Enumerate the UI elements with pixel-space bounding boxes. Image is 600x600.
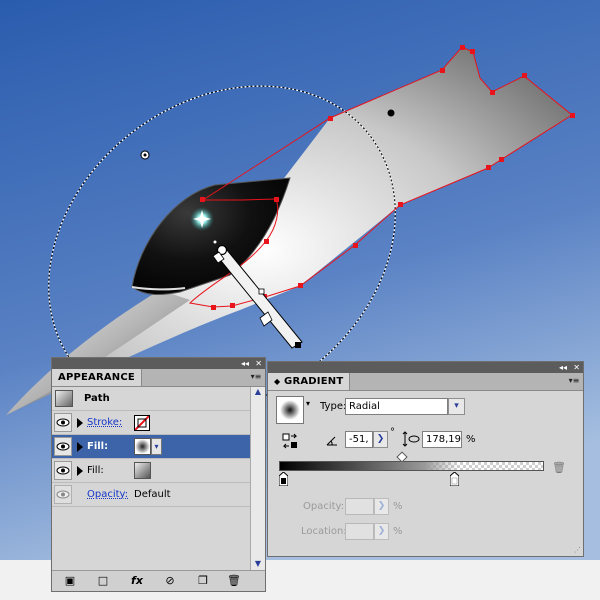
stop-location-input[interactable] — [345, 523, 374, 540]
angle-input[interactable]: -51, — [345, 431, 373, 448]
add-new-stroke-icon[interactable]: ▣ — [63, 574, 77, 588]
annotator-end-handle — [295, 342, 301, 348]
appearance-scrollbar[interactable]: ▲ ▼ — [250, 387, 265, 571]
appearance-fill-row-selected[interactable]: Fill: ▾ — [52, 435, 251, 459]
gradient-tab-row: ◆ GRADIENT ▾≡ — [268, 373, 583, 391]
reverse-gradient-icon[interactable] — [282, 433, 298, 449]
path-thumbnail-icon — [55, 390, 73, 407]
expand-triangle-icon[interactable] — [77, 442, 83, 452]
appearance-tab-row: APPEARANCE ▾≡ — [52, 369, 265, 387]
ellipse-radius-handle[interactable] — [387, 109, 395, 117]
gradient-swatch-dropdown-icon[interactable]: ▾ — [306, 399, 310, 408]
appearance-target-label: Path — [84, 393, 110, 404]
stroke-none-swatch-icon[interactable] — [134, 415, 150, 431]
appearance-target-row[interactable]: Path — [52, 387, 251, 411]
close-panel-icon[interactable]: ✕ — [255, 358, 262, 369]
collapse-panel-icon[interactable]: ◂◂ — [241, 358, 249, 369]
tab-expand-icon: ◆ — [274, 377, 281, 386]
duplicate-item-icon[interactable]: ❐ — [196, 574, 210, 588]
appearance-list: Path Stroke: Fill: ▾ Fill: Opacity: Defa… — [52, 387, 251, 568]
angle-dropdown-icon[interactable]: ❯ — [373, 431, 388, 448]
angle-icon — [326, 434, 338, 446]
opacity-value: Default — [134, 489, 171, 500]
gradient-preview-swatch-icon[interactable] — [276, 396, 304, 424]
close-panel-icon[interactable]: ✕ — [573, 362, 580, 373]
degree-sign: ° — [390, 427, 395, 438]
stop-opacity-input[interactable] — [345, 498, 374, 515]
fill-label[interactable]: Fill: — [87, 459, 104, 483]
delete-stop-icon[interactable]: 🗑 — [552, 461, 566, 474]
visibility-eye-icon[interactable] — [54, 461, 72, 480]
appearance-fill-row[interactable]: Fill: — [52, 459, 251, 483]
ellipse-handle-inner — [143, 153, 147, 157]
delete-item-icon[interactable]: 🗑 — [227, 574, 241, 588]
opacity-label[interactable]: Opacity: — [87, 483, 128, 507]
radial-gradient-swatch-icon[interactable] — [134, 438, 151, 455]
gradient-panel: ◂◂ ✕ ◆ GRADIENT ▾≡ ▾ Type: Radial ▾ -51,… — [267, 361, 584, 557]
panel-title-bar[interactable]: ◂◂ ✕ — [52, 358, 265, 369]
fill-label-selected[interactable]: Fill: — [87, 435, 108, 459]
appearance-panel: ◂◂ ✕ APPEARANCE ▾≡ Path Stroke: Fill: ▾ — [51, 357, 266, 592]
add-new-fill-icon[interactable]: □ — [96, 574, 110, 588]
aspect-ratio-icon — [402, 431, 420, 447]
visibility-eye-icon[interactable] — [54, 485, 72, 504]
fill-swatch-dropdown-icon[interactable]: ▾ — [151, 438, 162, 455]
stop-opacity-dropdown-icon[interactable]: ❯ — [374, 498, 389, 515]
tab-gradient-label: GRADIENT — [284, 376, 344, 387]
appearance-stroke-row[interactable]: Stroke: — [52, 411, 251, 435]
panel-resize-grip-icon[interactable]: ⋰ — [574, 546, 581, 554]
stop-location-label: Location: — [301, 526, 347, 537]
panel-title-bar[interactable]: ◂◂ ✕ — [268, 362, 583, 373]
appearance-bottom-toolbar: ▣ □ fx ⊘ ❐ 🗑 — [52, 570, 265, 591]
appearance-opacity-row[interactable]: Opacity: Default — [52, 483, 251, 507]
annotator-midpoint — [258, 288, 265, 295]
linear-gradient-swatch-icon[interactable] — [134, 462, 151, 479]
gradient-type-dropdown-icon[interactable]: ▾ — [448, 398, 465, 415]
gradient-stop-black[interactable] — [278, 471, 289, 487]
gradient-type-select[interactable]: Radial — [345, 398, 448, 415]
gradient-stop-white[interactable] — [449, 471, 460, 487]
panel-menu-icon[interactable]: ▾≡ — [568, 375, 580, 387]
stop-location-dropdown-icon[interactable]: ❯ — [374, 523, 389, 540]
gradient-type-label: Type: — [320, 401, 347, 412]
stop-opacity-label: Opacity: — [303, 501, 345, 512]
clear-appearance-icon[interactable]: ⊘ — [163, 574, 177, 588]
scroll-up-icon[interactable]: ▲ — [251, 387, 265, 399]
tab-gradient[interactable]: ◆ GRADIENT — [268, 373, 351, 390]
stroke-label[interactable]: Stroke: — [87, 411, 122, 435]
aspect-ratio-input[interactable]: 178,19 — [422, 431, 462, 448]
stop-opacity-percent: % — [393, 501, 403, 512]
expand-triangle-icon[interactable] — [77, 466, 83, 476]
aspect-percent: % — [466, 434, 476, 445]
tab-appearance[interactable]: APPEARANCE — [52, 369, 142, 386]
visibility-eye-icon[interactable] — [54, 437, 72, 456]
expand-triangle-icon[interactable] — [77, 418, 83, 428]
visibility-eye-icon[interactable] — [54, 413, 72, 432]
gradient-slider[interactable] — [279, 461, 544, 471]
add-effect-fx-icon[interactable]: fx — [130, 574, 144, 588]
panel-menu-icon[interactable]: ▾≡ — [250, 371, 262, 383]
collapse-panel-icon[interactable]: ◂◂ — [559, 362, 567, 373]
stop-location-percent: % — [393, 526, 403, 537]
